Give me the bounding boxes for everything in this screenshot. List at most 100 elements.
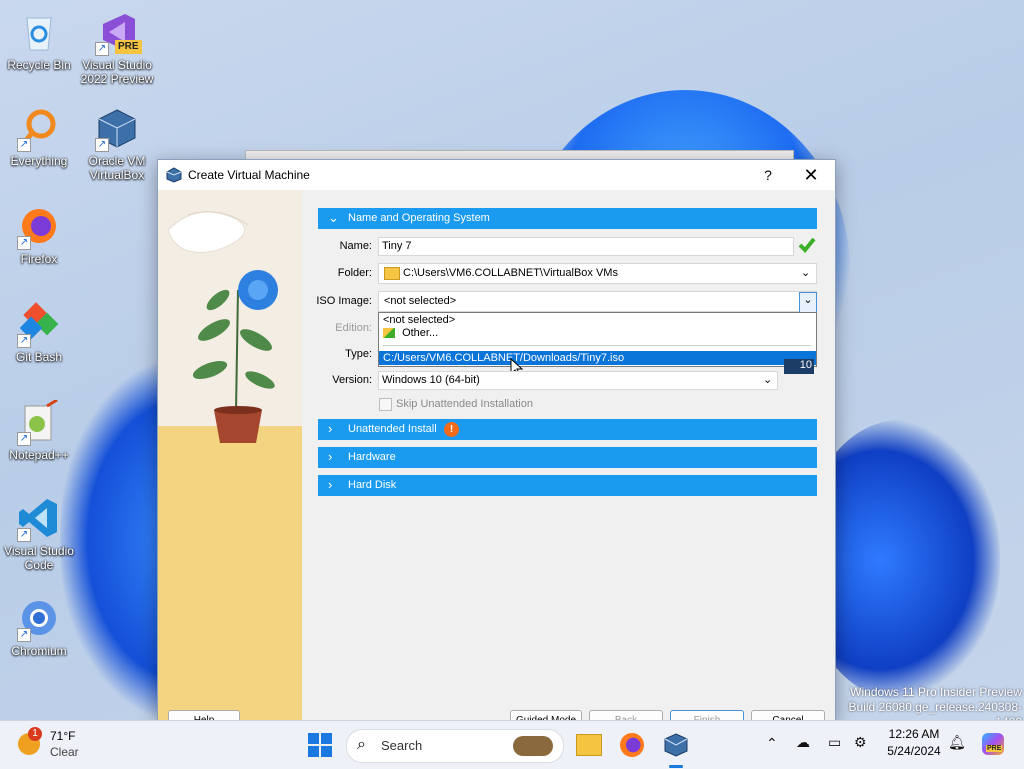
desktop-icon-recycle-bin[interactable]: Recycle Bin <box>1 10 77 72</box>
iso-dropdown-toggle[interactable]: ⌄ <box>799 292 817 313</box>
skip-unattended-label: Skip Unattended Installation <box>396 398 533 410</box>
desktop-icon-label: Git Bash <box>15 350 63 364</box>
taskbar: 1 71°F Clear ⌕ Search ⌃ ☁ ▭ ⚙ 12:26 AM 5… <box>0 720 1024 769</box>
create-vm-dialog: Create Virtual Machine ? ✕ ⌄ Name and Op… <box>157 159 836 720</box>
desktop-icon-everything[interactable]: ↗ Everything <box>1 106 77 168</box>
desktop-icon-notepad-plus-plus[interactable]: ↗ Notepad++ <box>1 398 77 462</box>
search-icon: ⌕ <box>357 736 366 753</box>
name-valid-check-icon <box>798 236 816 254</box>
desktop-icon-chromium[interactable]: ↗ Chromium <box>1 596 77 658</box>
shortcut-arrow-icon: ↗ <box>17 138 31 152</box>
folder-select[interactable]: C:\Users\VM6.COLLABNET\VirtualBox VMs ⌄ <box>378 263 817 284</box>
iso-option-other-label: Other... <box>402 327 439 339</box>
dropdown-separator <box>383 345 811 346</box>
shortcut-arrow-icon: ↗ <box>17 528 31 542</box>
weather-widget[interactable]: 1 71°F Clear <box>18 727 98 763</box>
section-label: Hardware <box>348 451 396 463</box>
os-watermark: Windows 11 Pro Insider Preview Build 260… <box>834 685 1022 720</box>
start-button[interactable] <box>308 733 332 757</box>
turtle-search-highlight-icon <box>513 736 553 756</box>
vscode-icon: ↗ <box>17 496 61 542</box>
iso-option-other[interactable]: Other... <box>383 327 438 339</box>
chevron-right-icon: › <box>328 477 333 492</box>
virtualbox-taskbar-icon[interactable] <box>664 733 688 757</box>
weather-temp: 71°F <box>50 729 76 743</box>
chevron-down-icon: ⌄ <box>763 374 773 386</box>
watermark-line1: Windows 11 Pro Insider Preview <box>850 685 1022 699</box>
desktop-icon-vscode[interactable]: ↗ Visual Studio Code <box>1 496 77 572</box>
tray-overflow-chevron-up-icon[interactable]: ⌃ <box>766 735 778 752</box>
cancel-button[interactable]: Cancel <box>751 710 825 720</box>
search-placeholder: Search <box>381 738 423 753</box>
finish-button[interactable]: Finish <box>670 710 744 720</box>
help-button[interactable]: Help <box>168 710 240 720</box>
desktop: Recycle Bin PRE ↗ Visual Studio 2022 Pre… <box>0 0 1024 720</box>
git-bash-icon: ↗ <box>17 302 61 348</box>
desktop-icon-label: Visual Studio Code <box>4 544 74 572</box>
cloud-offline-icon[interactable]: ☁ <box>796 734 810 751</box>
preview-badge: PRE <box>115 40 142 54</box>
help-title-button[interactable]: ? <box>756 163 780 187</box>
dialog-title: Create Virtual Machine <box>188 168 310 182</box>
folder-value: C:\Users\VM6.COLLABNET\VirtualBox VMs <box>403 267 618 279</box>
name-input-value: Tiny 7 <box>382 240 412 252</box>
notepad-icon: ↗ <box>17 398 61 446</box>
display-icon[interactable]: ▭ <box>828 734 841 751</box>
close-button[interactable]: ✕ <box>798 163 824 187</box>
desktop-icon-virtualbox[interactable]: ↗ Oracle VM VirtualBox <box>79 106 155 182</box>
shortcut-arrow-icon: ↗ <box>95 138 109 152</box>
clock[interactable]: 12:26 AM 5/24/2024 <box>878 727 950 758</box>
chevron-down-icon: ⌄ <box>801 267 811 279</box>
clock-time: 12:26 AM <box>888 727 940 741</box>
iso-image-label: ISO Image: <box>316 295 372 307</box>
clock-date: 5/24/2024 <box>887 744 941 758</box>
iso-image-value: <not selected> <box>384 295 457 307</box>
firefox-icon: ↗ <box>17 204 61 250</box>
image-file-icon <box>383 328 395 339</box>
warning-icon: ! <box>444 422 459 437</box>
recycle-bin-icon <box>17 10 61 54</box>
plant-illustration <box>167 211 278 443</box>
dialog-titlebar[interactable]: Create Virtual Machine ? ✕ <box>158 160 835 190</box>
copilot-icon[interactable]: PRE <box>982 733 1004 755</box>
file-explorer-taskbar-icon[interactable] <box>576 734 602 756</box>
desktop-icon-label: Notepad++ <box>9 448 69 462</box>
iso-dropdown-list: <not selected> Other... C:/Users/VM6.COL… <box>378 312 817 367</box>
os-version-badge: 10 <box>784 359 814 374</box>
version-select[interactable]: Windows 10 (64-bit) ⌄ <box>378 371 778 390</box>
shortcut-arrow-icon: ↗ <box>17 628 31 642</box>
desktop-icon-visual-studio-preview[interactable]: PRE ↗ Visual Studio 2022 Preview <box>79 10 155 86</box>
section-hardware[interactable]: › Hardware <box>318 447 817 468</box>
skip-unattended-checkbox[interactable] <box>379 398 392 411</box>
section-hard-disk[interactable]: › Hard Disk <box>318 475 817 496</box>
iso-option-not-selected[interactable]: <not selected> <box>383 314 455 326</box>
chevron-right-icon: › <box>328 449 333 464</box>
taskbar-search[interactable]: ⌕ Search <box>346 729 564 763</box>
desktop-icon-firefox[interactable]: ↗ Firefox <box>1 204 77 266</box>
weather-condition: Clear <box>50 745 79 759</box>
chromium-icon: ↗ <box>17 596 61 642</box>
desktop-icon-label: Firefox <box>20 252 58 266</box>
watermark-line2: Build 26080.ge_release.240308-1400 <box>848 700 1022 720</box>
folder-icon <box>384 267 400 280</box>
section-name-and-os[interactable]: ⌄ Name and Operating System <box>318 208 817 229</box>
version-label: Version: <box>332 374 372 386</box>
virtualbox-icon: ↗ <box>95 106 139 152</box>
iso-option-tiny7[interactable]: C:/Users/VM6.COLLABNET/Downloads/Tiny7.i… <box>379 351 816 365</box>
notification-bell-icon[interactable]: 🔔︎ <box>948 734 966 751</box>
chevron-down-icon: ⌄ <box>328 210 339 225</box>
shortcut-arrow-icon: ↗ <box>17 334 31 348</box>
version-value: Windows 10 (64-bit) <box>382 374 480 386</box>
shortcut-arrow-icon: ↗ <box>95 42 109 56</box>
accessibility-icon[interactable]: ⚙ <box>854 734 867 751</box>
firefox-taskbar-icon[interactable] <box>620 733 644 757</box>
iso-image-select[interactable]: <not selected> ⌄ <box>378 291 817 313</box>
desktop-icon-label: Chromium <box>11 644 67 658</box>
magnifier-icon: ↗ <box>17 106 61 152</box>
guided-mode-button[interactable]: Guided Mode <box>510 710 582 720</box>
edition-label: Edition: <box>335 322 372 334</box>
section-unattended-install[interactable]: › Unattended Install ! <box>318 419 817 440</box>
name-input[interactable]: Tiny 7 <box>378 237 794 256</box>
back-button[interactable]: Back <box>589 710 663 720</box>
desktop-icon-git-bash[interactable]: ↗ Git Bash <box>1 302 77 364</box>
